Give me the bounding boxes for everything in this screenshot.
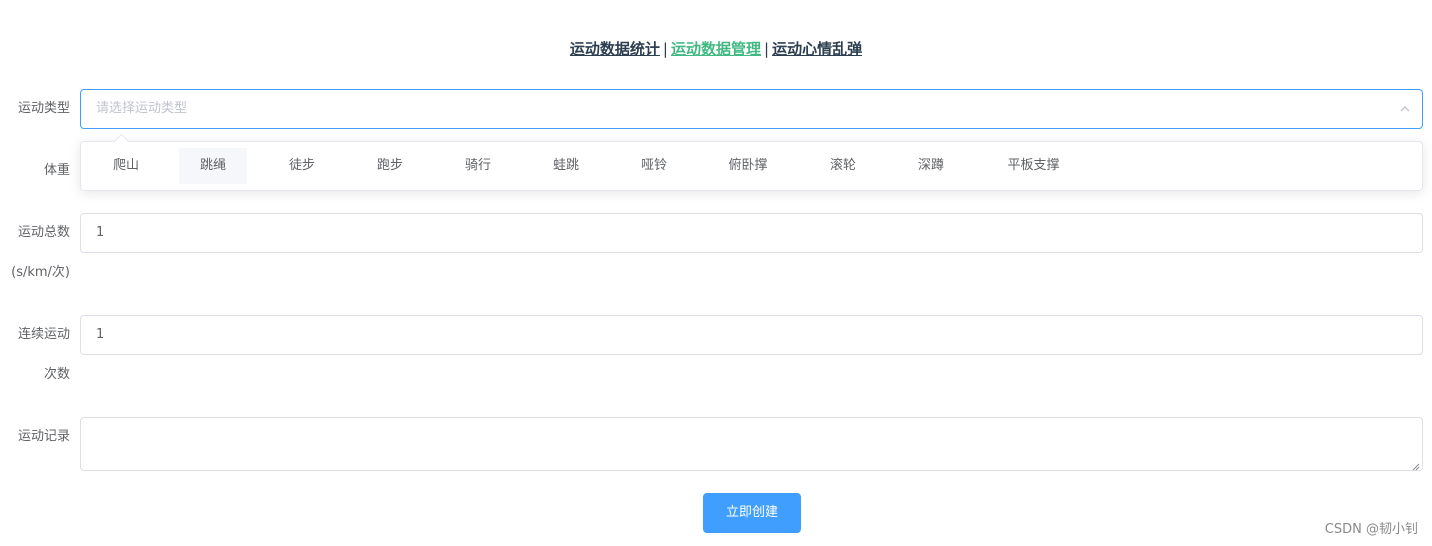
dropdown-option[interactable]: 跑步 xyxy=(355,148,425,184)
dropdown-option[interactable]: 哑铃 xyxy=(619,148,689,184)
top-nav: 运动数据统计 | 运动数据管理 | 运动心情乱弹 xyxy=(0,36,1432,62)
dropdown-option[interactable]: 蛙跳 xyxy=(531,148,601,184)
dropdown-option[interactable]: 跳绳 xyxy=(179,148,247,184)
dropdown-option[interactable]: 滚轮 xyxy=(808,148,878,184)
total-label-unit: (s/km/次) xyxy=(11,265,70,280)
weight-label: 体重 xyxy=(43,163,70,178)
total-value: 1 xyxy=(96,225,105,240)
sport-type-select[interactable]: 请选择运动类型 xyxy=(80,89,1423,129)
nav-link-mood[interactable]: 运动心情乱弹 xyxy=(772,40,862,58)
nav-separator: | xyxy=(662,40,668,58)
dropdown-option[interactable]: 徒步 xyxy=(267,148,337,184)
continuous-label-line2: 次数 xyxy=(43,367,70,382)
continuous-value: 1 xyxy=(96,327,105,342)
total-input[interactable]: 1 xyxy=(80,213,1423,253)
dropdown-option[interactable]: 平板支撑 xyxy=(991,148,1076,184)
nav-link-stats[interactable]: 运动数据统计 xyxy=(570,40,660,58)
sport-type-label: 运动类型 xyxy=(17,101,70,116)
total-label: 运动总数 xyxy=(17,225,70,240)
dropdown-option[interactable]: 骑行 xyxy=(443,148,513,184)
dropdown-option[interactable]: 爬山 xyxy=(91,148,161,184)
record-textarea[interactable] xyxy=(80,417,1423,471)
record-label: 运动记录 xyxy=(17,429,70,444)
continuous-input[interactable]: 1 xyxy=(80,315,1423,355)
nav-link-manage[interactable]: 运动数据管理 xyxy=(671,40,761,58)
dropdown-option[interactable]: 俯卧撑 xyxy=(713,148,783,184)
nav-separator: | xyxy=(764,40,770,58)
continuous-label: 连续运动 xyxy=(17,327,70,342)
resize-handle-icon[interactable] xyxy=(1412,460,1420,471)
sport-type-dropdown: 爬山 跳绳 徒步 跑步 骑行 蛙跳 哑铃 俯卧撑 滚轮 深蹲 平板支撑 xyxy=(80,133,1423,191)
dropdown-arrow xyxy=(113,133,130,150)
sport-type-placeholder: 请选择运动类型 xyxy=(96,101,188,116)
dropdown-option[interactable]: 深蹲 xyxy=(896,148,966,184)
chevron-up-icon[interactable] xyxy=(1398,90,1412,128)
submit-button[interactable]: 立即创建 xyxy=(703,493,801,533)
watermark: CSDN @韧小钊 xyxy=(1324,522,1418,537)
